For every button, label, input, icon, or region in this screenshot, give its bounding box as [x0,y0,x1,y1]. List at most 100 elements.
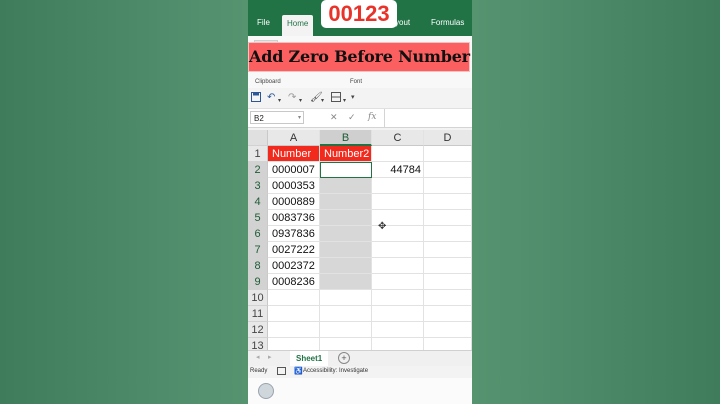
cell-a[interactable]: 0083736 [268,210,320,226]
cell-c[interactable] [372,258,424,274]
status-accessibility[interactable]: Accessibility: Investigate [303,368,368,374]
row-header[interactable]: 11 [248,306,268,322]
fx-icon[interactable]: fx [368,112,376,122]
table-row: 11 [248,306,472,322]
row-header[interactable]: 5 [248,210,268,226]
cell-a[interactable] [268,306,320,322]
cell-a[interactable]: 0002372 [268,258,320,274]
formula-input[interactable] [384,109,472,127]
cell-d[interactable] [424,178,472,194]
table-row: 3 0000353 [248,178,472,194]
redo-icon[interactable]: ↷ [288,92,296,104]
column-header-d[interactable]: D [424,130,472,146]
sheet-tab-bar: ◂ ▸ Sheet1 + [248,350,472,368]
cell-c[interactable] [372,178,424,194]
cell-c[interactable]: 44784 [372,162,424,178]
cell-a[interactable]: 0027222 [268,242,320,258]
column-header-c[interactable]: C [372,130,424,146]
next-sheet-icon[interactable]: ▸ [268,353,272,361]
row-header[interactable]: 1 [248,146,268,162]
cell-d[interactable] [424,242,472,258]
cell-c[interactable] [372,242,424,258]
border-dropdown-icon[interactable]: ▾ [343,95,346,107]
cell-d[interactable] [424,162,472,178]
cell-c[interactable] [372,194,424,210]
row-header[interactable]: 4 [248,194,268,210]
cell-b[interactable] [320,258,372,274]
cell-a[interactable]: 0937836 [268,226,320,242]
add-sheet-icon[interactable]: + [338,352,350,364]
row-header[interactable]: 8 [248,258,268,274]
row-header[interactable]: 7 [248,242,268,258]
cell-c[interactable] [372,322,424,338]
cell-b[interactable]: Number2 [320,146,372,162]
prev-sheet-icon[interactable]: ◂ [256,353,260,361]
save-icon[interactable] [251,92,261,106]
cell-a[interactable]: 0000007 [268,162,320,178]
windows-orb-icon[interactable] [258,383,274,399]
status-ready: Ready [250,368,268,374]
customize-qat-icon[interactable]: ▾ [351,92,355,104]
cell-a[interactable]: 0000889 [268,194,320,210]
font-group-label: Font [350,79,363,85]
tab-page-layout[interactable]: yout [395,18,410,27]
cell-c[interactable] [372,306,424,322]
cell-a[interactable]: 0000353 [268,178,320,194]
cell-d[interactable] [424,322,472,338]
row-header[interactable]: 12 [248,322,268,338]
cell-d[interactable] [424,226,472,242]
tab-home[interactable]: Home [282,15,314,36]
tab-file[interactable]: File [257,18,270,27]
cell-d[interactable] [424,258,472,274]
column-header-b[interactable]: B [320,130,372,146]
cell-b[interactable] [320,322,372,338]
cell-c[interactable] [372,274,424,290]
cell-d[interactable] [424,290,472,306]
painter-dropdown-icon[interactable]: ▾ [321,95,324,107]
cell-a[interactable]: Number [268,146,320,162]
cell-c[interactable] [372,146,424,162]
undo-icon[interactable]: ↶ [267,92,275,104]
border-icon[interactable] [331,92,341,106]
cell-b[interactable] [320,210,372,226]
cell-b[interactable] [320,274,372,290]
name-box-dropdown-icon[interactable]: ▾ [298,114,301,121]
footer-area [248,378,472,404]
table-row: 9 0008236 [248,274,472,290]
undo-dropdown-icon[interactable]: ▾ [278,95,281,107]
column-header-row: A B C D [248,130,472,146]
row-header[interactable]: 2 [248,162,268,178]
cell-b[interactable] [320,178,372,194]
cell-d[interactable] [424,146,472,162]
cell-d[interactable] [424,194,472,210]
select-all-corner[interactable] [248,130,268,146]
status-bar: Ready ♿ Accessibility: Investigate [248,366,472,378]
row-header[interactable]: 10 [248,290,268,306]
background-left [0,0,248,404]
cell-d[interactable] [424,306,472,322]
cell-b[interactable] [320,194,372,210]
row-header[interactable]: 9 [248,274,268,290]
cell-b[interactable] [320,290,372,306]
tab-formulas[interactable]: Formulas [431,18,464,27]
title-badge: 00123 [321,0,397,28]
cancel-icon[interactable]: ✕ [330,112,338,123]
accessibility-icon[interactable]: ♿ [294,367,303,375]
row-header[interactable]: 3 [248,178,268,194]
cell-b[interactable] [320,226,372,242]
row-header[interactable]: 6 [248,226,268,242]
cell-d[interactable] [424,274,472,290]
cell-d[interactable] [424,210,472,226]
cell-a[interactable] [268,290,320,306]
column-header-a[interactable]: A [268,130,320,146]
cell-b[interactable] [320,162,372,178]
enter-icon[interactable]: ✓ [348,112,356,123]
cell-b[interactable] [320,306,372,322]
macro-record-icon[interactable] [277,367,286,375]
cell-b[interactable] [320,242,372,258]
cell-c[interactable] [372,290,424,306]
cell-a[interactable]: 0008236 [268,274,320,290]
redo-dropdown-icon[interactable]: ▾ [299,95,302,107]
cell-a[interactable] [268,322,320,338]
name-box[interactable]: B2 [250,111,304,124]
